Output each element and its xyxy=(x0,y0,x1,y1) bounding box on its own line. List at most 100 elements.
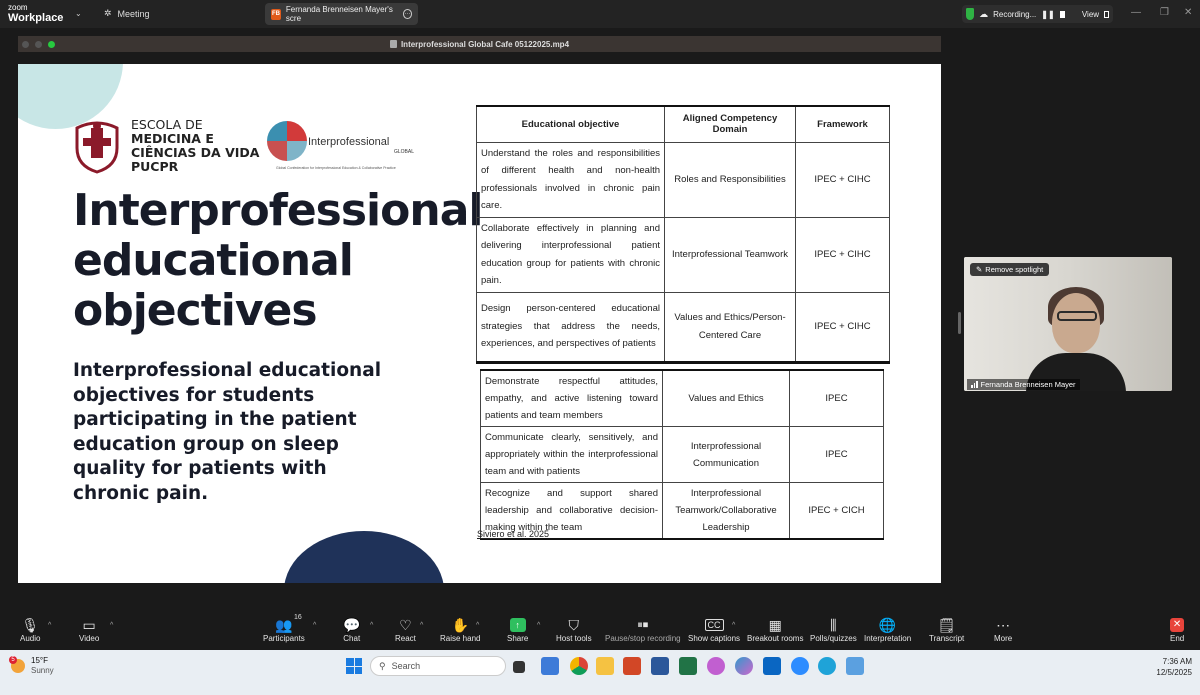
ip-logo-subtitle: Global Confederation for Interprofession… xyxy=(276,166,396,170)
objective-cell: Understand the roles and responsibilitie… xyxy=(476,141,665,218)
header-framework: Framework xyxy=(795,105,890,143)
citation-author: Siviero xyxy=(477,529,505,539)
photos-icon[interactable] xyxy=(707,657,725,675)
view-grid-icon[interactable] xyxy=(1104,10,1109,18)
raise-hand-button[interactable]: ✋ Raise hand xyxy=(440,616,480,643)
edge-icon[interactable] xyxy=(818,657,836,675)
snipping-tool-icon[interactable] xyxy=(846,657,864,675)
interpretation-button[interactable]: 🌐 Interpretation xyxy=(864,616,911,643)
microphone-muted-icon: 🎙 xyxy=(21,617,40,633)
video-label: Video xyxy=(79,634,100,643)
table-row: Demonstrate respectful attitudes, empath… xyxy=(480,369,884,427)
file-explorer-icon[interactable] xyxy=(596,657,614,675)
pucpr-logo: ESCOLA DE MEDICINA E CIÊNCIAS DA VIDA PU… xyxy=(71,118,259,174)
more-button[interactable]: ⋯ More xyxy=(994,616,1012,643)
share-button[interactable]: ↑ Share xyxy=(507,616,528,643)
audio-button[interactable]: 🎙 Audio xyxy=(20,616,40,643)
tab-meeting[interactable]: ✲ Meeting xyxy=(104,8,150,19)
signal-icon xyxy=(971,381,978,388)
stop-icon[interactable] xyxy=(1059,10,1065,18)
more-icon[interactable]: ··· xyxy=(402,9,412,19)
chat-button[interactable]: 💬 Chat xyxy=(343,616,360,643)
view-button[interactable]: View xyxy=(1082,10,1099,19)
pause-stop-recording-button[interactable]: ⏸⏹ Pause/stop recording xyxy=(605,616,681,643)
domain-cell: Values and Ethics/Person-Centered Care xyxy=(664,291,796,363)
chevron-down-icon[interactable]: ⌄ xyxy=(75,9,82,18)
framework-cell: IPEC + CICH xyxy=(789,482,884,540)
presentation-slide: ESCOLA DE MEDICINA E CIÊNCIAS DA VIDA PU… xyxy=(18,64,941,583)
video-options-chevron-icon[interactable]: ^ xyxy=(110,622,113,629)
windows-start-icon[interactable] xyxy=(346,658,362,674)
table-row: Communicate clearly, sensitively, and ap… xyxy=(480,426,884,483)
copilot-icon[interactable] xyxy=(735,657,753,675)
interprofessional-global-logo: Interprofessional GLOBAL Global Confeder… xyxy=(266,120,414,170)
host-tools-label: Host tools xyxy=(556,634,592,643)
file-icon xyxy=(389,40,397,48)
audio-label: Audio xyxy=(20,634,41,643)
meeting-toolbar: 🎙 Audio ^ ▭ Video ^ 👥 Participants 16 ^ … xyxy=(0,612,1200,650)
powerpoint-icon[interactable] xyxy=(623,657,641,675)
tab-meeting-label: Meeting xyxy=(117,8,150,19)
transcript-button[interactable]: 🗒 Transcript xyxy=(929,616,964,643)
share-chevron-icon[interactable]: ^ xyxy=(537,622,540,629)
widgets-app-icon[interactable] xyxy=(541,657,559,675)
table-header-row: Educational objective Aligned Competency… xyxy=(476,105,890,143)
show-captions-button[interactable]: CC Show captions xyxy=(688,616,740,643)
participants-label: Participants xyxy=(263,634,305,643)
breakout-rooms-icon: ▦ xyxy=(768,617,782,633)
maximize-icon[interactable]: ❐ xyxy=(1160,7,1169,18)
task-view-icon[interactable] xyxy=(513,661,525,673)
resize-handle[interactable] xyxy=(958,312,961,334)
objectives-table-1: Educational objective Aligned Competency… xyxy=(476,105,890,364)
audio-options-chevron-icon[interactable]: ^ xyxy=(48,622,51,629)
linkedin-icon[interactable] xyxy=(763,657,781,675)
school-line-1: ESCOLA DE xyxy=(131,117,203,132)
host-tools-button[interactable]: ⛉ Host tools xyxy=(556,616,592,643)
header-educational-objective: Educational objective xyxy=(476,105,665,143)
polls-icon: ⫼ xyxy=(830,617,837,633)
remove-spotlight-button[interactable]: ✎ Remove spotlight xyxy=(970,263,1050,276)
minimize-icon[interactable]: — xyxy=(1131,7,1141,18)
table-row: Collaborate effectively in planning and … xyxy=(476,216,890,293)
breakout-rooms-button[interactable]: ▦ Breakout rooms xyxy=(747,616,803,643)
domain-cell: Interprofessional Teamwork/Collaborative… xyxy=(662,482,790,540)
minimize-dot-icon[interactable] xyxy=(35,41,42,48)
search-icon: ⚲ xyxy=(379,660,386,671)
participants-chevron-icon[interactable]: ^ xyxy=(313,622,316,629)
end-button[interactable]: ✕ End xyxy=(1170,616,1184,643)
polls-quizzes-button[interactable]: ⫼ Polls/quizzes xyxy=(810,616,857,643)
close-icon[interactable]: ✕ xyxy=(1184,7,1192,18)
pause-stop-icon: ⏸⏹ xyxy=(637,619,649,631)
chrome-icon[interactable] xyxy=(570,657,588,675)
taskbar-search[interactable]: ⚲ Search xyxy=(370,656,506,676)
zoom-dot-icon[interactable] xyxy=(48,41,55,48)
sun-icon: 5 xyxy=(9,656,25,673)
word-icon[interactable] xyxy=(651,657,669,675)
system-clock[interactable]: 7:36 AM 12/5/2025 xyxy=(1156,656,1192,678)
weather-widget[interactable]: 5 15°F Sunny xyxy=(9,656,54,676)
framework-cell: IPEC + CIHC xyxy=(795,141,890,218)
table-row: Understand the roles and responsibilitie… xyxy=(476,141,890,218)
ip-logo-text: Interprofessional xyxy=(308,136,390,148)
transcript-label: Transcript xyxy=(929,634,965,643)
pause-icon[interactable]: ❚❚ xyxy=(1041,10,1054,19)
close-dot-icon[interactable] xyxy=(22,41,29,48)
share-screen-icon: ↑ xyxy=(509,618,526,632)
raise-hand-chevron-icon[interactable]: ^ xyxy=(476,622,479,629)
react-chevron-icon[interactable]: ^ xyxy=(420,622,423,629)
shield-icon xyxy=(966,8,975,20)
participants-icon: 👥 xyxy=(275,617,293,633)
participant-face xyxy=(1052,293,1100,353)
chat-chevron-icon[interactable]: ^ xyxy=(370,622,373,629)
excel-icon[interactable] xyxy=(679,657,697,675)
react-button[interactable]: ♡ React xyxy=(395,616,416,643)
participant-video-tile[interactable]: ✎ Remove spotlight Fernanda Brenneisen M… xyxy=(964,257,1172,391)
captions-chevron-icon[interactable]: ^ xyxy=(732,622,735,629)
participant-glasses xyxy=(1057,311,1097,321)
more-label: More xyxy=(994,634,1013,643)
objective-cell: Communicate clearly, sensitively, and ap… xyxy=(480,426,663,483)
tab-screen-share[interactable]: FB Fernanda Brenneisen Mayer's scre ··· xyxy=(265,3,418,25)
zoom-app-icon[interactable] xyxy=(791,657,809,675)
video-button[interactable]: ▭ Video xyxy=(79,616,99,643)
participant-name-label: Fernanda Brenneisen Mayer xyxy=(967,379,1080,390)
